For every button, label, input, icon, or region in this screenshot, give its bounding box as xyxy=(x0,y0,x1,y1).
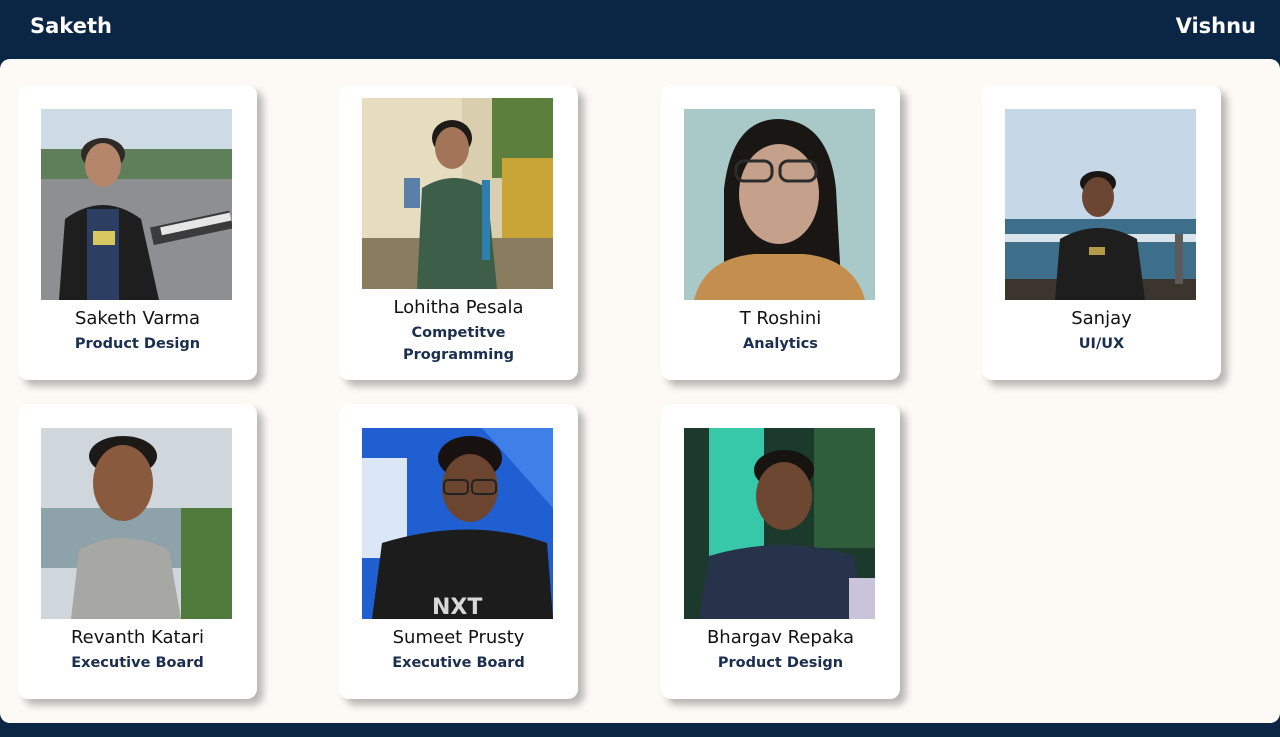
member-card[interactable]: T Roshini Analytics xyxy=(661,85,900,380)
top-navbar: Saketh Vishnu xyxy=(0,0,1280,59)
member-photo-image xyxy=(684,109,875,300)
member-domain: UI/UX xyxy=(1078,336,1125,352)
member-name: Revanth Katari xyxy=(70,627,205,648)
svg-text:NXT: NXT xyxy=(432,595,482,619)
member-photo xyxy=(684,109,875,300)
member-photo xyxy=(41,109,232,300)
member-name: Bhargav Repaka xyxy=(706,627,855,648)
member-card[interactable]: Saketh Varma Product Design xyxy=(18,85,257,380)
member-card[interactable]: Lohitha Pesala Competitve Programming xyxy=(339,85,578,380)
member-domain: Competitve Programming xyxy=(403,325,514,363)
member-photo-image xyxy=(684,428,875,619)
member-photo-image: NXT xyxy=(362,428,553,619)
member-name: T Roshini xyxy=(739,308,822,329)
member-name: Sanjay xyxy=(1071,308,1132,329)
navbar-left-name[interactable]: Saketh xyxy=(30,14,112,38)
member-photo-image xyxy=(41,109,232,300)
member-card[interactable]: Revanth Katari Executive Board xyxy=(18,404,257,699)
member-photo xyxy=(684,428,875,619)
bottom-bar xyxy=(0,723,1280,737)
member-card[interactable]: Sanjay UI/UX xyxy=(982,85,1221,380)
member-domain: Executive Board xyxy=(71,655,204,671)
member-card[interactable]: Bhargav Repaka Product Design xyxy=(661,404,900,699)
member-photo-image xyxy=(41,428,232,619)
member-photo: NXT xyxy=(362,428,553,619)
member-domain: Analytics xyxy=(743,336,818,352)
member-domain: Product Design xyxy=(717,655,844,671)
member-photo xyxy=(41,428,232,619)
member-photo xyxy=(1005,109,1196,300)
member-name: Saketh Varma xyxy=(74,308,201,329)
team-grid-section: Saketh Varma Product Design Lohitha Pesa… xyxy=(0,59,1280,723)
member-card[interactable]: NXT Sumeet Prusty Executive Board xyxy=(339,404,578,699)
member-photo-image xyxy=(1005,109,1196,300)
member-domain: Executive Board xyxy=(392,655,525,671)
member-photo xyxy=(362,98,553,289)
member-name: Lohitha Pesala xyxy=(393,297,524,318)
member-photo-image xyxy=(362,98,553,289)
member-name: Sumeet Prusty xyxy=(392,627,525,648)
member-domain: Product Design xyxy=(74,336,201,352)
navbar-right-name[interactable]: Vishnu xyxy=(1176,14,1256,38)
